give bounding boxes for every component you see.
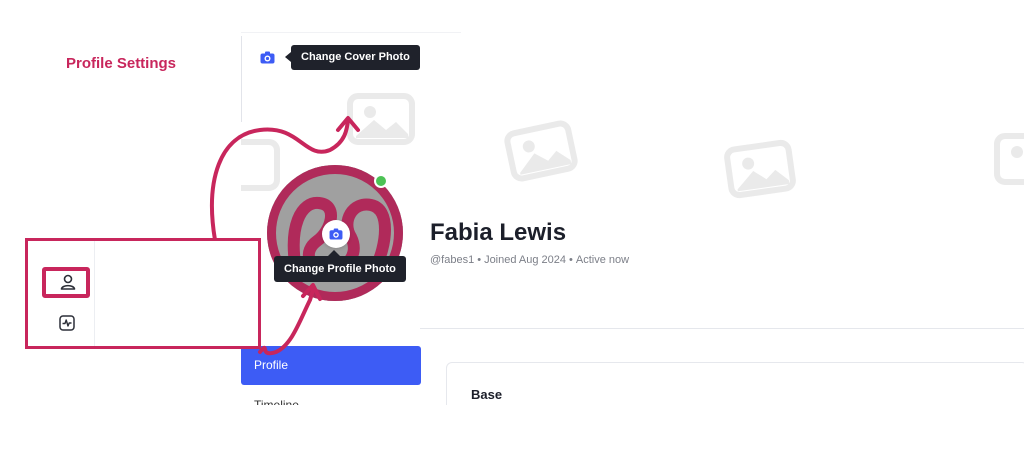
profile-name: Fabia Lewis [430, 219, 567, 246]
image-placeholder-icon [504, 120, 578, 182]
image-placeholder-icon [347, 93, 415, 145]
online-status-dot [374, 174, 388, 188]
profile-handle: @fabes1 [430, 254, 475, 266]
separator-dot: • [477, 254, 482, 266]
change-cover-photo-button[interactable] [253, 43, 281, 71]
profile-status: Active now [575, 254, 630, 266]
sidebar-divider [94, 241, 95, 346]
profile-joined: Joined Aug 2024 [484, 254, 567, 266]
person-icon[interactable] [59, 273, 77, 291]
profile-meta: @fabes1 • Joined Aug 2024 • Active now [430, 254, 629, 266]
image-placeholder-icon [994, 133, 1024, 185]
profile-settings-label: Profile Settings [66, 55, 177, 72]
card-title: Base [471, 387, 503, 402]
image-placeholder-icon [241, 139, 280, 191]
page-clip [0, 405, 1024, 458]
change-profile-photo-tooltip: Change Profile Photo [274, 250, 406, 282]
camera-icon [260, 51, 274, 63]
page-left-border [241, 36, 242, 122]
page-top-border [241, 32, 461, 33]
menu-item-profile[interactable]: Profile [241, 346, 421, 385]
activity-icon[interactable] [59, 315, 75, 331]
section-divider [420, 328, 1024, 329]
sidebar-callout [25, 238, 261, 349]
separator-dot: • [569, 254, 573, 266]
camera-icon [329, 228, 343, 240]
image-placeholder-icon [724, 139, 796, 199]
change-cover-photo-tooltip: Change Cover Photo [285, 45, 420, 70]
change-profile-photo-button[interactable] [322, 220, 350, 248]
